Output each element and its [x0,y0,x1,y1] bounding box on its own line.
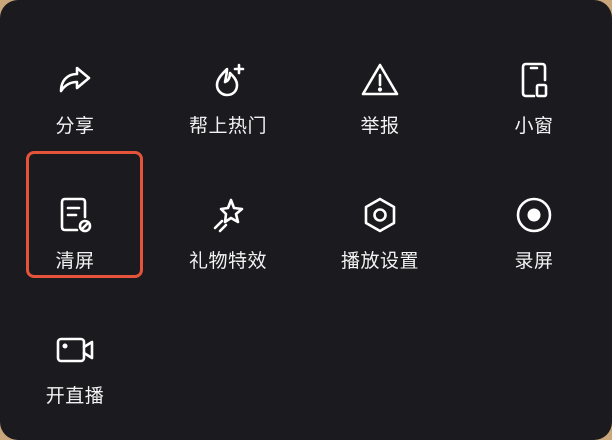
report-label: 举报 [360,115,400,137]
warning-icon [360,60,400,100]
share-icon [55,60,95,100]
boost-button[interactable]: 帮上热门 [168,44,288,164]
mini-window-icon [514,60,554,100]
more-options-panel: 分享 帮上热门 举报 小窗 清屏 礼物特效 播放设置 录屏 开直播 [0,0,612,440]
gift-effect-label: 礼物特效 [188,250,267,272]
gift-effect-button[interactable]: 礼物特效 [168,179,288,299]
clear-screen-label: 清屏 [55,250,95,272]
boost-label: 帮上热门 [188,115,267,137]
mini-window-button[interactable]: 小窗 [474,44,594,164]
share-button[interactable]: 分享 [15,44,135,164]
report-button[interactable]: 举报 [320,44,440,164]
playback-settings-label: 播放设置 [340,250,419,272]
boost-flame-icon [208,60,248,100]
gift-effect-icon [208,195,248,235]
record-screen-label: 录屏 [514,250,554,272]
settings-hex-icon [360,195,400,235]
go-live-button[interactable]: 开直播 [15,314,135,434]
go-live-label: 开直播 [45,385,105,407]
playback-settings-button[interactable]: 播放设置 [320,179,440,299]
mini-window-label: 小窗 [514,115,554,137]
record-icon [514,195,554,235]
record-screen-button[interactable]: 录屏 [474,179,594,299]
live-camera-icon [55,330,95,370]
share-label: 分享 [55,115,95,137]
clear-screen-button[interactable]: 清屏 [15,179,135,299]
clear-screen-icon [55,195,95,235]
